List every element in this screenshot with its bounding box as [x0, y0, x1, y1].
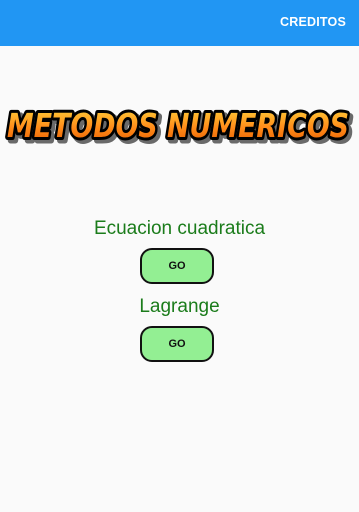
logo-text: METODOS NUMERICOS: [7, 106, 349, 145]
lagrange-title: Lagrange: [139, 296, 220, 317]
app-bar: CREDITOS: [0, 0, 359, 46]
app-logo: METODOS NUMERICOS METODOS NUMERICOS METO…: [0, 100, 359, 152]
quadratic-equation-title: Ecuacion cuadratica: [93, 218, 266, 239]
lagrange-go-button[interactable]: GO: [140, 326, 214, 362]
credits-button[interactable]: CREDITOS: [280, 15, 346, 29]
quadratic-go-button[interactable]: GO: [140, 248, 214, 284]
